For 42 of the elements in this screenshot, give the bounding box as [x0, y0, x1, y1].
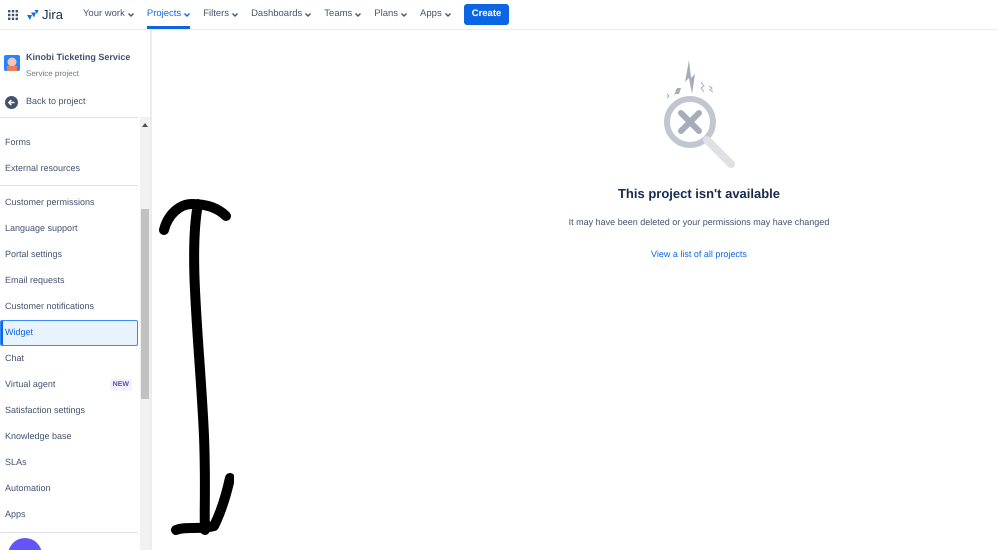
all-projects-link[interactable]: View a list of all projects [651, 248, 747, 262]
app-switcher-icon[interactable] [8, 10, 18, 20]
nav-tab[interactable]: Dashboards [251, 0, 312, 29]
create-button[interactable]: Create [464, 4, 510, 25]
nav-tab[interactable]: Teams [324, 0, 362, 29]
sidebar-item[interactable]: Automation [0, 476, 138, 502]
nav-tab[interactable]: Your work [82, 0, 134, 29]
chevron-down-icon [184, 12, 190, 16]
nav-tab[interactable]: Plans [374, 0, 408, 29]
error-title: This project isn't available [618, 185, 780, 203]
sidebar-item[interactable]: External resources [0, 156, 138, 182]
chevron-down-icon [232, 12, 238, 16]
project-avatar-icon [4, 55, 20, 71]
project-name[interactable]: Kinobi Ticketing Service [26, 51, 130, 64]
nav-tab[interactable]: Filters [203, 0, 238, 29]
chevron-down-icon [355, 12, 362, 16]
sidebar-item[interactable]: Customer notifications [0, 294, 138, 320]
sidebar-item[interactable]: Apps [0, 502, 138, 528]
project-type: Service project [26, 68, 80, 80]
error-description: It may have been deleted or your permissions may have changed [568, 216, 830, 229]
sidebar-item[interactable]: Language support [0, 216, 138, 242]
scrollbar-thumb[interactable] [141, 209, 149, 399]
sidebar-item[interactable]: Widget [0, 320, 138, 346]
sidebar-item[interactable]: Forms [0, 130, 138, 156]
chevron-down-icon [444, 12, 451, 16]
sidebar-item[interactable]: Chat [0, 346, 138, 372]
sidebar-item[interactable]: SLAs [0, 450, 138, 476]
chevron-down-icon [401, 12, 408, 16]
sidebar-item[interactable]: Satisfaction settings [0, 398, 138, 424]
back-arrow-icon [5, 96, 18, 108]
scroll-up-icon[interactable] [142, 123, 148, 127]
chevron-down-icon [128, 12, 134, 16]
app-name[interactable]: Jira [42, 4, 63, 24]
back-to-project-link[interactable]: Back to project [0, 90, 150, 114]
nav-tab[interactable]: Apps [420, 0, 451, 29]
logo-icon [26, 8, 39, 20]
chevron-down-icon [305, 12, 312, 16]
scrollbar-track[interactable] [140, 117, 150, 550]
sidebar-item[interactable]: Email requests [0, 268, 138, 294]
sidebar-item[interactable]: Customer permissions [0, 190, 138, 216]
sidebar-item[interactable]: Knowledge base [0, 424, 138, 450]
sidebar-item[interactable]: Portal settings [0, 242, 138, 268]
